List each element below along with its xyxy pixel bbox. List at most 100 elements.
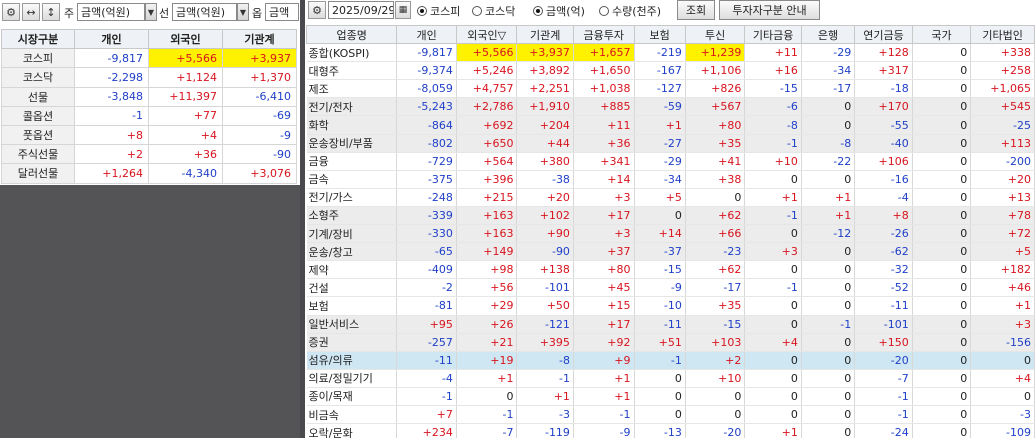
market-value-cell: +77: [148, 105, 223, 126]
futures-unit-dropdown-arrow[interactable]: ▼: [237, 3, 249, 21]
sector-value-cell: +11: [744, 43, 802, 63]
sector-value-cell: +234: [396, 423, 457, 438]
sector-value-cell: +258: [970, 61, 1035, 81]
sector-value-cell: +128: [854, 43, 913, 63]
header-market[interactable]: 시장구분: [1, 28, 75, 50]
sector-row[interactable]: 운송장비/부품 -802 +650 +44 +36 -27 +35 -1 -8 -40 0 +113: [306, 134, 1035, 153]
sector-header-cell[interactable]: 보험: [633, 24, 686, 45]
sector-header-cell[interactable]: 기타금융: [744, 24, 802, 45]
settings-gear-icon[interactable]: ⚙: [308, 1, 326, 19]
sector-value-cell: -729: [396, 152, 457, 171]
header-foreign[interactable]: 외국인: [148, 28, 223, 50]
sector-row[interactable]: 전기/가스 -248 +215 +20 +3 +5 0 +1 +1 -4 0 +13: [306, 188, 1035, 207]
sector-row[interactable]: 대형주 -9,374 +5,246 +3,892 +1,650 -167 +1,106 +16…: [306, 61, 1035, 81]
sector-value-cell: +2,251: [516, 79, 574, 99]
sector-row[interactable]: 제조 -8,059 +4,757 +2,251 +1,038 -127 +826 -15 -17…: [306, 79, 1035, 99]
futures-unit-dropdown[interactable]: 금액(억원): [172, 3, 237, 21]
market-row[interactable]: 선물 -3,848 +11,397 -6,410: [1, 86, 297, 107]
market-value-cell: +3,937: [222, 48, 297, 69]
sector-header-cell[interactable]: 외국인▽: [455, 24, 518, 45]
vertical-resize-icon[interactable]: ↕: [42, 3, 60, 21]
sector-header-cell[interactable]: 국가: [911, 24, 972, 45]
sector-row[interactable]: 증권 -257 +21 +395 +92 +51 +103 +4 0 +150 0 -156: [306, 333, 1035, 352]
sector-value-cell: -29: [801, 43, 856, 63]
sector-value-cell: 0: [912, 188, 972, 207]
sector-name-cell: 제약: [306, 260, 398, 280]
horizontal-resize-icon[interactable]: ↔: [22, 3, 40, 21]
radio-amount[interactable]: 금액(억): [533, 3, 585, 19]
sector-row[interactable]: 건설 -2 +56 -101 +45 -9 -17 -1 0 -52 0 +46: [306, 278, 1035, 298]
sector-value-cell: +1: [801, 206, 856, 226]
sector-value-cell: -13: [634, 423, 686, 438]
market-value-cell: -1: [74, 105, 149, 126]
sector-value-cell: +102: [516, 206, 574, 226]
sector-row[interactable]: 운송/창고 -65 +149 -90 +37 -37 -23 +3 0 -62 0 +5: [306, 242, 1035, 262]
sector-value-cell: +20: [970, 170, 1035, 189]
radio-kosdaq[interactable]: 코스닥: [472, 3, 515, 19]
market-row[interactable]: 풋옵션 +8 +4 -9: [1, 124, 297, 146]
sector-row[interactable]: 의료/정밀기기 -4 +1 -1 +1 0 +10 0 0 -7 0 +4: [306, 369, 1035, 388]
stock-unit-dropdown-arrow[interactable]: ▼: [145, 3, 157, 21]
sector-header-cell[interactable]: 기타법인: [970, 24, 1035, 45]
header-institution[interactable]: 기관계: [222, 28, 297, 50]
market-row[interactable]: 달러선물 +1,264 -4,340 +3,076: [1, 163, 297, 184]
sector-value-cell: +3,937: [516, 43, 574, 63]
sector-value-cell: -101: [516, 278, 574, 298]
settings-gear-icon[interactable]: ⚙: [2, 3, 20, 21]
sector-value-cell: +692: [456, 115, 518, 135]
sector-row[interactable]: 금융 -729 +564 +380 +341 -29 +41 +10 -22 +106 0 -200: [306, 152, 1035, 171]
sector-row[interactable]: 종이/목재 -1 0 +1 +1 0 0 0 0 -1 0 0: [306, 387, 1035, 406]
market-value-cell: +1,370: [222, 67, 297, 88]
market-row[interactable]: 코스피 -9,817 +5,566 +3,937: [1, 48, 297, 69]
sector-value-cell: -15: [685, 315, 746, 334]
options-unit-dropdown[interactable]: 금액: [265, 3, 299, 21]
market-value-cell: -90: [222, 144, 297, 165]
futures-unit-label: 선: [159, 7, 170, 20]
header-individual[interactable]: 개인: [74, 28, 149, 50]
sector-row[interactable]: 보험 -81 +29 +50 +15 -10 +35 0 0 -11 0 +1: [306, 296, 1035, 316]
calendar-icon[interactable]: ▦: [395, 1, 411, 19]
radio-kospi[interactable]: 코스피: [417, 3, 460, 19]
sector-value-cell: 0: [912, 351, 972, 370]
date-input[interactable]: 2025/09/29: [328, 1, 394, 19]
sector-header-cell[interactable]: 금융투자: [572, 24, 635, 45]
sector-value-cell: -119: [516, 423, 574, 438]
sector-header-cell[interactable]: 연기금등: [854, 24, 913, 45]
sector-header-cell[interactable]: 기관계: [516, 24, 574, 45]
sector-value-cell: +3: [970, 315, 1035, 334]
stock-unit-dropdown[interactable]: 금액(억원): [77, 3, 145, 21]
sector-row[interactable]: 비금속 +7 -1 -3 -1 0 0 0 0 -1 0 -3: [306, 405, 1035, 425]
sector-value-cell: -409: [396, 260, 457, 280]
sector-row[interactable]: 종합(KOSPI) -9,817 +5,566 +3,937 +1,657 -219 +1,…: [306, 43, 1035, 63]
sector-header-cell[interactable]: 개인: [396, 24, 457, 45]
radio-quantity[interactable]: 수량(천주): [599, 3, 661, 19]
investor-guide-button[interactable]: 투자자구분 안내: [719, 0, 820, 20]
sector-row[interactable]: 섬유/의류 -11 +19 -8 +9 -1 +2 0 0 -20 0 0: [306, 351, 1035, 370]
search-button[interactable]: 조회: [677, 0, 715, 20]
sector-value-cell: +1: [516, 387, 574, 406]
sector-value-cell: 0: [912, 333, 972, 352]
sector-value-cell: -8,059: [396, 79, 457, 99]
sector-row[interactable]: 화학 -864 +692 +204 +11 +1 +80 -8 0 -55 0 -25: [306, 115, 1035, 135]
panel-splitter[interactable]: [300, 0, 305, 438]
sector-row[interactable]: 일반서비스 +95 +26 -121 +17 -11 -15 0 -1 -101 0 +3: [306, 315, 1035, 334]
sector-row[interactable]: 기계/장비 -330 +163 +90 +3 +14 +66 0 -12 -26 0 +72: [306, 224, 1035, 244]
market-row[interactable]: 콜옵션 -1 +77 -69: [1, 105, 297, 126]
sector-value-cell: +567: [685, 97, 746, 117]
sector-value-cell: -6: [744, 97, 802, 117]
sector-row[interactable]: 소형주 -339 +163 +102 +17 0 +62 -1 +1 +8 0 +78: [306, 206, 1035, 226]
sector-value-cell: -3: [516, 405, 574, 425]
sector-row[interactable]: 금속 -375 +396 -38 +14 -34 +38 0 0 -16 0 +20: [306, 170, 1035, 189]
market-row[interactable]: 코스닥 -2,298 +1,124 +1,370: [1, 67, 297, 88]
market-name-cell: 주식선물: [1, 144, 75, 165]
market-row[interactable]: 주식선물 +2 +36 -90: [1, 144, 297, 165]
sector-row[interactable]: 오락/문화 +234 -7 -119 -9 -13 -20 +1 0 -24 0 -109: [306, 423, 1035, 438]
sector-value-cell: +29: [456, 296, 518, 316]
sector-header-cell[interactable]: 은행: [800, 24, 856, 45]
sector-value-cell: +396: [456, 170, 518, 189]
sector-row[interactable]: 전기/전자 -5,243 +2,786 +1,910 +885 -59 +567 -6 0 +17…: [306, 97, 1035, 117]
sector-header-cell[interactable]: 투신: [684, 24, 746, 45]
sector-value-cell: +46: [970, 278, 1035, 298]
sector-row[interactable]: 제약 -409 +98 +138 +80 -15 +62 0 0 -32 0 +182: [306, 260, 1035, 280]
sector-header-cell[interactable]: 업종명: [305, 24, 398, 45]
